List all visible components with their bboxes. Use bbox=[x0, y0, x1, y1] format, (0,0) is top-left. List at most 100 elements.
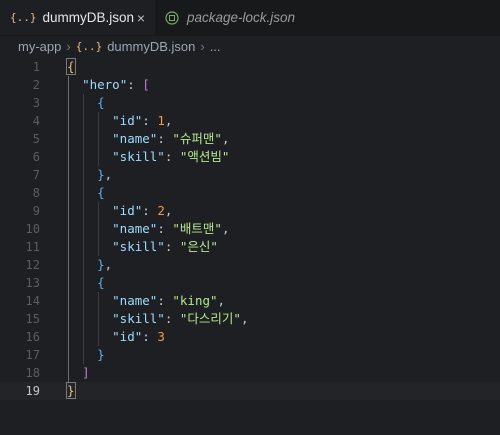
line-number: 17 bbox=[25, 348, 40, 362]
code-token: , bbox=[104, 167, 113, 182]
line-number: 2 bbox=[32, 78, 40, 92]
indent-guide bbox=[68, 76, 69, 382]
code-token: "id" bbox=[112, 329, 143, 344]
line-number: 19 bbox=[25, 384, 40, 398]
code-line[interactable]: 17 } bbox=[0, 346, 500, 364]
code-token: 1 bbox=[157, 113, 165, 128]
chevron-right-icon: › bbox=[200, 38, 205, 54]
code-token: "name" bbox=[112, 131, 158, 146]
line-number: 3 bbox=[32, 96, 40, 110]
tab-bar: {..} dummyDB.json × package-lock.json bbox=[0, 0, 500, 36]
line-number: 7 bbox=[32, 168, 40, 182]
code-token: , bbox=[104, 257, 113, 272]
line-number: 18 bbox=[25, 366, 40, 380]
code-line[interactable]: 10 "name": "배트맨", bbox=[0, 220, 500, 238]
line-number: 5 bbox=[32, 132, 40, 146]
chevron-right-icon: › bbox=[66, 38, 71, 54]
code-token: "id" bbox=[112, 203, 143, 218]
line-number: 16 bbox=[25, 330, 40, 344]
code-line[interactable]: 13 { bbox=[0, 274, 500, 292]
line-number: 4 bbox=[32, 114, 40, 128]
code-line[interactable]: 16 "id": 3 bbox=[0, 328, 500, 346]
code-token: "슈퍼맨" bbox=[172, 131, 222, 146]
line-number: 6 bbox=[32, 150, 40, 164]
code-token: "name" bbox=[112, 221, 158, 236]
line-number: 10 bbox=[25, 222, 40, 236]
code-token: "액션빔" bbox=[179, 149, 230, 164]
tab-dummydb-json[interactable]: {..} dummyDB.json × bbox=[0, 0, 155, 35]
code-line[interactable]: 3 { bbox=[0, 94, 500, 112]
line-number: 11 bbox=[25, 240, 40, 254]
code-text: ] bbox=[67, 364, 90, 382]
code-line[interactable]: 15 "skill": "다스리기", bbox=[0, 310, 500, 328]
code-token: { bbox=[97, 275, 105, 290]
code-line[interactable]: 12 }, bbox=[0, 256, 500, 274]
tab-package-lock-json[interactable]: package-lock.json bbox=[155, 0, 305, 35]
breadcrumb-more[interactable]: ... bbox=[210, 39, 221, 54]
code-line[interactable]: 1{ bbox=[0, 58, 500, 76]
code-line[interactable]: 5 "name": "슈퍼맨", bbox=[0, 130, 500, 148]
breadcrumb-folder[interactable]: my-app bbox=[18, 39, 61, 54]
line-number: 15 bbox=[25, 312, 40, 326]
code-text: "id": 3 bbox=[67, 328, 165, 346]
line-number: 9 bbox=[32, 204, 40, 218]
code-text: { bbox=[66, 58, 76, 76]
code-token: : bbox=[142, 113, 158, 128]
tab-label: dummyDB.json bbox=[42, 10, 135, 25]
code-token: : bbox=[157, 221, 173, 236]
code-line[interactable]: 14 "name": "king", bbox=[0, 292, 500, 310]
code-token: { bbox=[97, 95, 105, 110]
json-file-icon: {..} bbox=[75, 39, 103, 53]
code-text: } bbox=[67, 346, 105, 364]
code-text: "name": "king", bbox=[67, 292, 225, 310]
tab-label: package-lock.json bbox=[187, 10, 296, 25]
code-line[interactable]: 18 ] bbox=[0, 364, 500, 382]
code-line[interactable]: 4 "id": 1, bbox=[0, 112, 500, 130]
code-token: "name" bbox=[112, 293, 158, 308]
close-icon[interactable]: × bbox=[137, 10, 145, 26]
code-token: "다스리기" bbox=[179, 311, 241, 326]
code-token: ] bbox=[82, 365, 90, 380]
code-line[interactable]: 19} bbox=[0, 382, 500, 400]
code-token: "은신" bbox=[179, 239, 218, 254]
code-token: : bbox=[164, 311, 180, 326]
code-text: "skill": "액션빔" bbox=[67, 148, 229, 166]
code-token: , bbox=[221, 131, 230, 146]
line-number: 13 bbox=[25, 276, 40, 290]
code-text: }, bbox=[67, 256, 112, 274]
code-token: 2 bbox=[157, 203, 165, 218]
code-editor[interactable]: 1{2 "hero": [3 {4 "id": 1, 5 "name": "슈퍼맨… bbox=[0, 57, 500, 435]
line-number: 14 bbox=[25, 294, 40, 308]
code-token: "hero" bbox=[82, 77, 128, 92]
code-token: : bbox=[157, 131, 173, 146]
code-line[interactable]: 7 }, bbox=[0, 166, 500, 184]
breadcrumb-file[interactable]: dummyDB.json bbox=[107, 39, 195, 54]
code-token: 3 bbox=[157, 329, 165, 344]
code-line[interactable]: 2 "hero": [ bbox=[0, 76, 500, 94]
code-line[interactable]: 11 "skill": "은신" bbox=[0, 238, 500, 256]
code-line[interactable]: 9 "id": 2, bbox=[0, 202, 500, 220]
code-text: { bbox=[67, 94, 105, 112]
code-token: , bbox=[164, 203, 173, 218]
code-token: : bbox=[164, 239, 180, 254]
code-line[interactable]: 8 { bbox=[0, 184, 500, 202]
line-number: 1 bbox=[32, 60, 40, 74]
code-token: [ bbox=[142, 77, 150, 92]
code-text: } bbox=[66, 382, 76, 400]
code-text: "hero": [ bbox=[67, 76, 150, 94]
indent-guide bbox=[83, 94, 84, 364]
code-line[interactable]: 6 "skill": "액션빔" bbox=[0, 148, 500, 166]
code-token: "king" bbox=[172, 293, 218, 308]
code-token: { bbox=[97, 185, 105, 200]
indent-guide bbox=[98, 292, 99, 346]
